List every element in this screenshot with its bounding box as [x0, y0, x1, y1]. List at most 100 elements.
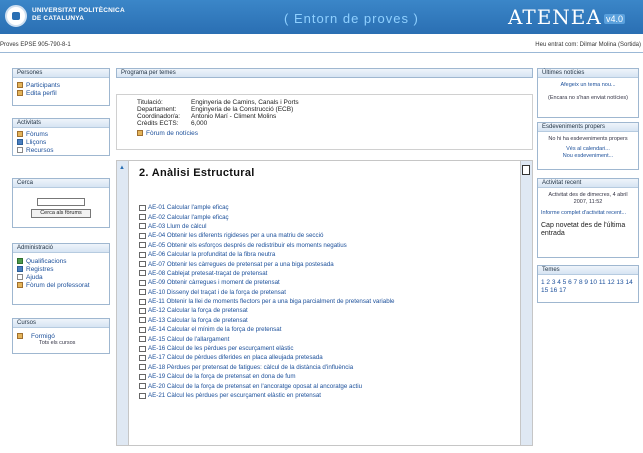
- highlight-icon[interactable]: [522, 165, 530, 175]
- block-title: Activitat recent: [538, 179, 638, 188]
- resource-icon: [139, 354, 146, 361]
- activity-label[interactable]: AE-20 Càlcul de la força de pretensat en…: [148, 383, 362, 390]
- activity-item[interactable]: AE-09 Obtenir càrregues i moment de pret…: [139, 278, 394, 287]
- activity-label[interactable]: AE-19 Càlcul de la força de pretensat en…: [148, 373, 296, 380]
- resource-icon: [139, 317, 146, 324]
- block-esdeveniments: Esdeveniments propers No hi ha esdevenim…: [537, 122, 639, 170]
- block-administracio: Administració Qualificacions Registres A…: [12, 243, 110, 305]
- block-title: Cerca: [13, 179, 109, 188]
- resource-icon: [139, 232, 146, 239]
- activity-item[interactable]: AE-15 Càlcul de l'allargament: [139, 334, 394, 343]
- link-edit-profile[interactable]: Edita perfil: [17, 89, 105, 97]
- activity-item[interactable]: AE-08 Cablejat pretesat-traçat de preten…: [139, 269, 394, 278]
- block-title: Persones: [13, 69, 109, 78]
- activity-item[interactable]: AE-04 Obtenir les diferents rigideses pe…: [139, 231, 394, 240]
- activity-label[interactable]: AE-05 Obtenir els esforços després de re…: [148, 242, 347, 249]
- activity-label[interactable]: AE-21 Càlcul les pèrdues per escurçament…: [148, 392, 321, 399]
- activity-label[interactable]: AE-08 Cablejat pretesat-traçat de preten…: [148, 270, 267, 277]
- activity-label[interactable]: AE-13 Calcular la força de pretensat: [148, 317, 248, 324]
- full-report-link[interactable]: Informe complet d'activitat recent...: [541, 210, 635, 217]
- activity-label[interactable]: AE-11 Obtenir la llei de moments flector…: [148, 298, 394, 305]
- activity-item[interactable]: AE-18 Pèrdues per pretensat de fatigues:…: [139, 363, 394, 372]
- add-topic-link[interactable]: Afegeix un tema nou...: [538, 82, 638, 89]
- link-help[interactable]: Ajuda: [17, 273, 105, 281]
- activity-item[interactable]: AE-17 Càlcul de pèrdues diferides en pla…: [139, 353, 394, 362]
- activity-label[interactable]: AE-06 Calcular la profunditat de la fibr…: [148, 251, 275, 258]
- section-right-bar: [520, 161, 532, 445]
- activity-item[interactable]: AE-16 Càlcul de les pèrdues per escurçam…: [139, 344, 394, 353]
- link-all-courses[interactable]: Tots els cursos: [17, 340, 105, 347]
- grades-icon: [17, 258, 23, 264]
- activity-label[interactable]: AE-16 Càlcul de les pèrdues per escurçam…: [148, 345, 293, 352]
- activity-item[interactable]: AE-11 Obtenir la llei de moments flector…: [139, 297, 394, 306]
- divider: [0, 52, 643, 53]
- activity-item[interactable]: AE-03 Llum de càlcul: [139, 222, 394, 231]
- site-header: UNIVERSITAT POLITÈCNICA DE CATALUNYA ( E…: [0, 0, 643, 34]
- activity-label[interactable]: AE-04 Obtenir les diferents rigideses pe…: [148, 232, 323, 239]
- resource-icon: [139, 261, 146, 268]
- new-event-link[interactable]: Nou esdeveniment...: [538, 153, 638, 160]
- breadcrumb-bar: Proves EPSE 905-790-8-1 Heu entrat com: …: [0, 42, 643, 50]
- resource-icon: [139, 251, 146, 258]
- user-info[interactable]: Heu entrat com: Dilmar Molina (Sortida): [535, 42, 641, 48]
- activity-label[interactable]: AE-09 Obtenir càrregues i moment de pret…: [148, 279, 280, 286]
- course-info: Titulació: Enginyeria de Camins, Canals i…: [116, 94, 533, 150]
- activity-label[interactable]: AE-14 Calcular el mínim de la força de p…: [148, 326, 281, 333]
- link-lessons[interactable]: Lliçons: [17, 138, 105, 146]
- info-row: Titulació: Enginyeria de Camins, Canals i…: [137, 99, 299, 106]
- activity-label[interactable]: AE-15 Càlcul de l'allargament: [148, 336, 229, 343]
- activity-item[interactable]: AE-19 Càlcul de la força de pretensat en…: [139, 372, 394, 381]
- university-logo[interactable]: [5, 5, 27, 27]
- activity-label[interactable]: AE-10 Disseny del traçat i de la força d…: [148, 289, 286, 296]
- resource-icon: [139, 392, 146, 399]
- activity-item[interactable]: AE-02 Calcular l'ample eficaç: [139, 212, 394, 221]
- calendar-link[interactable]: Vés al calendari...: [538, 146, 638, 153]
- info-row: Coordinador/a: Antonio Marí - Climent Mol…: [137, 113, 277, 120]
- activity-label[interactable]: AE-07 Obtenir les càrregues de pretensat…: [148, 261, 334, 268]
- resource-icon: [139, 383, 146, 390]
- activity-label[interactable]: AE-01 Calcular l'ample eficaç: [148, 204, 229, 211]
- activity-item[interactable]: AE-14 Calcular el mínim de la força de p…: [139, 325, 394, 334]
- search-input[interactable]: [37, 198, 85, 206]
- link-grades[interactable]: Qualificacions: [17, 257, 105, 265]
- info-row: Departament: Enginyeria de la Construcció…: [137, 106, 294, 113]
- brand-logo[interactable]: ATENEA: [508, 5, 602, 29]
- activity-item[interactable]: AE-01 Calcular l'ample eficaç: [139, 203, 394, 212]
- topic-numbers[interactable]: 1 2 3 4 5 6 7 8 9 10 11 12 13 14 15 16 1…: [538, 275, 638, 299]
- activity-label[interactable]: AE-03 Llum de càlcul: [148, 223, 206, 230]
- link-course[interactable]: Formigó: [17, 332, 105, 340]
- forum-icon: [17, 282, 23, 288]
- link-resources[interactable]: Recursos: [17, 146, 105, 154]
- resource-icon: [139, 364, 146, 371]
- block-activitat: Activitat recent Activitat des de dimecr…: [537, 178, 639, 258]
- activity-label[interactable]: AE-17 Càlcul de pèrdues diferides en pla…: [148, 354, 323, 361]
- search-forums-button[interactable]: Cerca als fòrums: [31, 209, 91, 218]
- resource-icon: [139, 345, 146, 352]
- link-logs[interactable]: Registres: [17, 265, 105, 273]
- activity-list: AE-01 Calcular l'ample eficaç AE-02 Calcu…: [139, 203, 394, 400]
- activity-label[interactable]: AE-12 Calcular la força de pretensat: [148, 307, 248, 314]
- collapse-icon[interactable]: ▲: [119, 165, 125, 171]
- activity-item[interactable]: AE-21 Càlcul les pèrdues per escurçament…: [139, 391, 394, 400]
- activity-item[interactable]: AE-12 Calcular la força de pretensat: [139, 306, 394, 315]
- activity-item[interactable]: AE-10 Disseny del traçat i de la força d…: [139, 288, 394, 297]
- link-participants[interactable]: Participants: [17, 81, 105, 89]
- activity-item[interactable]: AE-05 Obtenir els esforços després de re…: [139, 241, 394, 250]
- activity-item[interactable]: AE-13 Calcular la força de pretensat: [139, 316, 394, 325]
- help-icon: [17, 274, 23, 280]
- section-title: 2. Anàlisi Estructural: [139, 167, 255, 179]
- activity-label[interactable]: AE-18 Pèrdues per pretensat de fatigues:…: [148, 364, 353, 371]
- link-teacher-forum[interactable]: Fòrum del professorat: [17, 281, 105, 289]
- link-forums[interactable]: Fòrums: [17, 130, 105, 138]
- resource-icon: [139, 289, 146, 296]
- environment-title: ( Entorn de proves ): [284, 11, 419, 26]
- block-title: Activitats: [13, 119, 109, 128]
- activity-item[interactable]: AE-07 Obtenir les càrregues de pretensat…: [139, 259, 394, 268]
- activity-item[interactable]: AE-20 Càlcul de la força de pretensat en…: [139, 381, 394, 390]
- activity-label[interactable]: AE-02 Calcular l'ample eficaç: [148, 214, 229, 221]
- no-news-since-text: Cap novetat des de l'última entrada: [541, 222, 626, 237]
- link-news-forum[interactable]: Fòrum de notícies: [137, 129, 512, 137]
- activity-item[interactable]: AE-06 Calcular la profunditat de la fibr…: [139, 250, 394, 259]
- block-title: Cursos: [13, 319, 109, 328]
- breadcrumb[interactable]: Proves EPSE 905-790-8-1: [0, 42, 71, 48]
